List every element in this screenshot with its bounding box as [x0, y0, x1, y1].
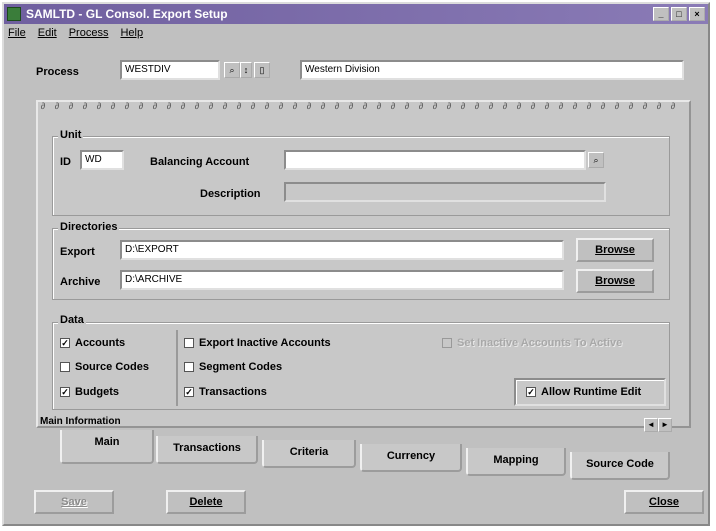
minimize-icon[interactable]: _: [653, 7, 669, 21]
export-directory-field[interactable]: D:\EXPORT: [120, 240, 564, 260]
unit-id-field[interactable]: WD: [80, 150, 124, 170]
scroll-right-icon[interactable]: ►: [658, 418, 672, 432]
new-record-icon[interactable]: ▯: [254, 62, 270, 78]
directories-group-label: Directories: [58, 221, 120, 233]
title-bar: SAMLTD - GL Consol. Export Setup _ □ ×: [4, 4, 708, 24]
budgets-checkbox[interactable]: ✓ Budgets: [60, 386, 119, 398]
allow-runtime-edit-checkbox[interactable]: ✓ Allow Runtime Edit: [526, 386, 641, 398]
unit-group: [52, 136, 670, 216]
balancing-account-finder-icon[interactable]: ⌕: [588, 152, 604, 168]
tab-transactions[interactable]: Transactions: [156, 436, 258, 464]
maximize-icon[interactable]: □: [671, 7, 687, 21]
menu-bar: File Edit Process Help: [4, 24, 708, 42]
finder-icon[interactable]: ⌕: [224, 62, 240, 78]
menu-process[interactable]: Process: [69, 27, 109, 39]
unit-id-label: ID: [60, 156, 71, 168]
notebook-rings: ∂ ∂ ∂ ∂ ∂ ∂ ∂ ∂ ∂ ∂ ∂ ∂ ∂ ∂ ∂ ∂ ∂ ∂ ∂ ∂ ∂ ∂ ∂ ∂ ∂ ∂ ∂ ∂ ∂ ∂ ∂ ∂ ∂ ∂ ∂ ∂ ∂ ∂ ∂ ∂…: [40, 101, 676, 111]
main-information-label: Main Information: [40, 416, 121, 427]
balancing-account-label: Balancing Account: [150, 156, 250, 168]
menu-file[interactable]: File: [8, 27, 26, 39]
set-inactive-to-active-checkbox: Set Inactive Accounts To Active: [442, 337, 622, 349]
balancing-account-field[interactable]: [284, 150, 586, 170]
tab-currency[interactable]: Currency: [360, 444, 462, 472]
process-code-field[interactable]: WESTDIV: [120, 60, 220, 80]
check-icon: ✓: [60, 338, 70, 348]
tab-mapping[interactable]: Mapping: [466, 448, 566, 476]
archive-directory-field[interactable]: D:\ARCHIVE: [120, 270, 564, 290]
description-label: Description: [200, 188, 261, 200]
transactions-checkbox[interactable]: ✓ Transactions: [184, 386, 267, 398]
save-button: Save: [34, 490, 114, 514]
export-inactive-accounts-checkbox[interactable]: Export Inactive Accounts: [184, 337, 331, 349]
unit-group-label: Unit: [58, 129, 84, 141]
process-label: Process: [36, 66, 79, 78]
window-title: SAMLTD - GL Consol. Export Setup: [26, 7, 228, 21]
updown-arrow-icon[interactable]: ↕: [240, 62, 252, 78]
tab-criteria[interactable]: Criteria: [262, 440, 356, 468]
check-icon: ✓: [526, 387, 536, 397]
data-divider: [176, 330, 178, 406]
scroll-left-icon[interactable]: ◄: [644, 418, 658, 432]
check-icon: ✓: [184, 387, 194, 397]
segment-codes-checkbox[interactable]: Segment Codes: [184, 361, 282, 373]
source-codes-checkbox[interactable]: Source Codes: [60, 361, 149, 373]
tab-source-code[interactable]: Source Code: [570, 452, 670, 480]
description-field: [284, 182, 606, 202]
process-description-field[interactable]: Western Division: [300, 60, 684, 80]
archive-label: Archive: [60, 276, 101, 288]
accounts-checkbox[interactable]: ✓ Accounts: [60, 337, 125, 349]
app-icon[interactable]: [7, 7, 21, 21]
tab-main[interactable]: Main: [60, 430, 154, 464]
menu-edit[interactable]: Edit: [38, 27, 57, 39]
menu-help[interactable]: Help: [120, 27, 143, 39]
archive-browse-button[interactable]: Browse: [576, 269, 654, 293]
export-browse-button[interactable]: Browse: [576, 238, 654, 262]
main-window: SAMLTD - GL Consol. Export Setup _ □ × F…: [2, 2, 710, 526]
data-group-label: Data: [58, 314, 86, 326]
check-icon: ✓: [60, 387, 70, 397]
close-icon[interactable]: ×: [689, 7, 705, 21]
export-label: Export: [60, 246, 95, 258]
close-button[interactable]: Close: [624, 490, 704, 514]
delete-button[interactable]: Delete: [166, 490, 246, 514]
